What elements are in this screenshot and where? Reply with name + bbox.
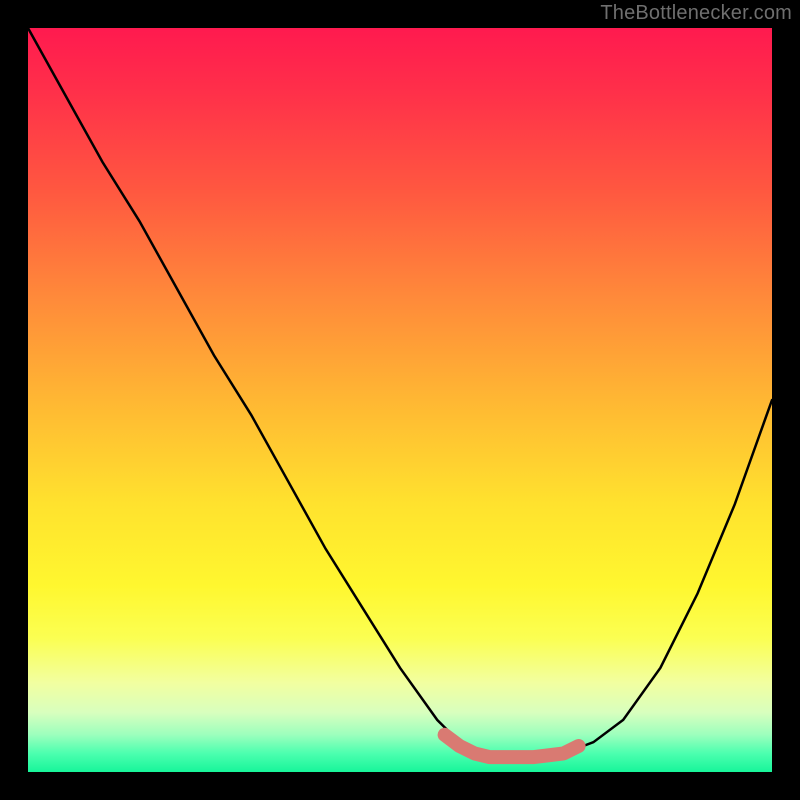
watermark-text: TheBottlenecker.com bbox=[600, 2, 792, 25]
chart-frame: TheBottlenecker.com bbox=[0, 0, 800, 800]
highlight-band bbox=[445, 735, 579, 757]
plot-area bbox=[28, 28, 772, 772]
main-curve bbox=[28, 28, 772, 757]
curve-layer bbox=[28, 28, 772, 772]
